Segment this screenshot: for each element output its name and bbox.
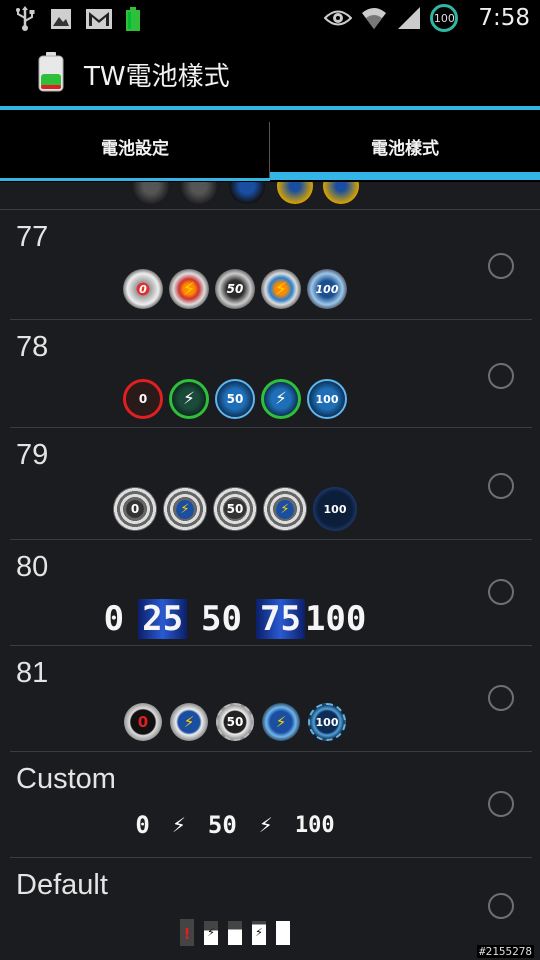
watermark: #2155278	[477, 945, 534, 958]
battery-style-icon: 100	[307, 379, 347, 419]
style-preview: 0 ⚡ 50 ⚡ 100	[10, 379, 460, 419]
style-preview: ! ⚡ ⚡	[10, 919, 460, 946]
charging-bolt-icon: ⚡	[163, 487, 207, 531]
style-list[interactable]: 77 0 ⚡ 50 ⚡ 100 78 0 ⚡ 50 ⚡ 100 79 0 ⚡ 5…	[0, 182, 540, 960]
style-preview: 0 25 50 75 100	[10, 599, 460, 639]
signal-icon	[398, 7, 421, 29]
style-radio-button[interactable]	[488, 579, 514, 605]
notification-icons	[14, 6, 140, 32]
style-radio-button[interactable]	[488, 893, 514, 919]
list-item-style-77[interactable]: 77 0 ⚡ 50 ⚡ 100	[10, 209, 532, 320]
style-radio-button[interactable]	[488, 473, 514, 499]
style-name: Default	[16, 869, 108, 901]
style-radio-button[interactable]	[488, 253, 514, 279]
battery-app-icon	[126, 7, 140, 31]
list-item-style-81[interactable]: 81 0 ⚡ 50 ⚡ 100	[10, 645, 532, 752]
style-radio-button[interactable]	[488, 791, 514, 817]
list-item-style-default[interactable]: Default ! ⚡ ⚡	[10, 857, 532, 960]
charging-bolt-icon: ⚡	[169, 269, 209, 309]
charging-bolt-icon: ⚡	[170, 703, 208, 741]
style-preview: 0 ⚡ 50 ⚡ 100	[10, 811, 460, 839]
battery-charging-icon: ⚡	[204, 920, 218, 945]
battery-style-digit: 50	[207, 811, 237, 839]
style-name: 79	[16, 439, 49, 471]
charging-bolt-icon: ⚡	[258, 813, 273, 837]
battery-level-icon: 100	[430, 4, 459, 32]
list-item-style-custom[interactable]: Custom 0 ⚡ 50 ⚡ 100	[10, 751, 532, 858]
battery-style-digit: 75	[256, 599, 305, 639]
battery-style-digit: 100	[304, 599, 367, 639]
style-radio-button[interactable]	[488, 685, 514, 711]
gallery-icon	[51, 9, 71, 29]
battery-style-icon: 100	[313, 487, 357, 531]
battery-full-icon	[276, 920, 290, 945]
clock: 7:58	[478, 5, 530, 31]
battery-style-digit: 0	[103, 599, 125, 639]
tab-selected-indicator	[270, 172, 540, 180]
charging-bolt-icon: ⚡	[262, 703, 300, 741]
battery-charging-icon: ⚡	[252, 920, 266, 945]
status-bar: 100 7:58	[0, 0, 540, 38]
action-bar: TW電池樣式	[0, 38, 540, 106]
wifi-icon	[362, 8, 387, 29]
list-item-style-78[interactable]: 78 0 ⚡ 50 ⚡ 100	[10, 319, 532, 428]
battery-style-icon: 50	[216, 703, 254, 741]
charging-bolt-icon: ⚡	[261, 379, 301, 419]
battery-style-icon: 0	[123, 379, 163, 419]
system-icons: 100 7:58	[324, 4, 530, 32]
battery-style-icon: 100	[308, 703, 346, 741]
list-item-style-80[interactable]: 80 0 25 50 75 100	[10, 539, 532, 646]
charging-bolt-icon: ⚡	[263, 487, 307, 531]
app-battery-icon	[38, 52, 64, 92]
style-name: 81	[16, 657, 49, 689]
list-item-partial	[0, 182, 540, 210]
battery-style-icon: 50	[215, 379, 255, 419]
battery-style-icon	[277, 182, 313, 204]
style-name: 77	[16, 221, 49, 253]
charging-bolt-icon: ⚡	[171, 813, 186, 837]
battery-empty-icon: !	[180, 919, 194, 946]
battery-style-digit: 0	[135, 811, 150, 839]
battery-style-icon: 0	[123, 269, 163, 309]
style-name: 78	[16, 331, 49, 363]
battery-style-icon	[229, 182, 265, 204]
tab-underline	[0, 178, 270, 181]
style-preview: 0 ⚡ 50 ⚡ 100	[10, 703, 460, 741]
battery-style-icon: 50	[213, 487, 257, 531]
charging-bolt-icon: ⚡	[261, 269, 301, 309]
style-preview: 0 ⚡ 50 ⚡ 100	[10, 487, 460, 531]
battery-style-digit: 100	[294, 812, 335, 838]
battery-style-icon	[181, 182, 217, 204]
tab-battery-settings[interactable]: 電池設定	[0, 110, 270, 182]
list-item-style-79[interactable]: 79 0 ⚡ 50 ⚡ 100	[10, 427, 532, 540]
battery-style-icon: 50	[215, 269, 255, 309]
battery-style-icon	[323, 182, 359, 204]
battery-style-digit: 50	[201, 599, 242, 639]
charging-bolt-icon: ⚡	[169, 379, 209, 419]
eye-icon	[324, 10, 353, 26]
battery-style-digit: 25	[138, 599, 188, 639]
style-name: 80	[16, 551, 49, 583]
style-radio-button[interactable]	[488, 363, 514, 389]
gmail-icon	[86, 9, 112, 29]
battery-style-icon: 0	[124, 703, 162, 741]
battery-half-icon	[228, 920, 242, 945]
battery-style-icon: 0	[113, 487, 157, 531]
app-title: TW電池樣式	[84, 62, 230, 92]
battery-style-icon: 100	[307, 269, 347, 309]
style-preview: 0 ⚡ 50 ⚡ 100	[10, 269, 460, 309]
usb-icon	[16, 6, 35, 31]
style-name: Custom	[16, 763, 116, 795]
battery-style-icon	[133, 182, 169, 204]
